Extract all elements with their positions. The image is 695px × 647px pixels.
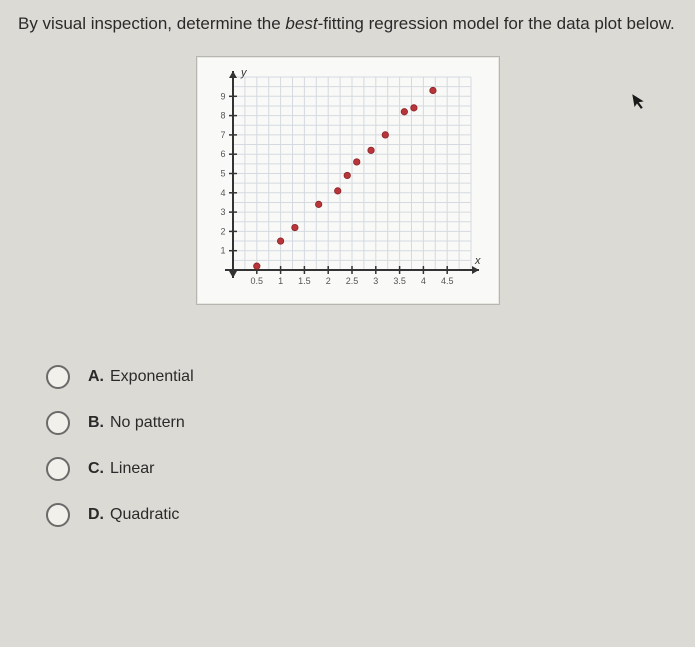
svg-text:1.5: 1.5	[298, 276, 311, 286]
radio-icon[interactable]	[46, 411, 70, 435]
option-label: Exponential	[110, 368, 194, 386]
svg-text:3.5: 3.5	[393, 276, 406, 286]
option-row-C[interactable]: C. Linear	[46, 457, 677, 481]
svg-text:2: 2	[220, 226, 225, 236]
svg-text:2.5: 2.5	[345, 276, 358, 286]
option-letter: B.	[88, 414, 104, 432]
question-prefix: By visual inspection, determine the	[18, 14, 285, 33]
scatter-chart: 0.511.522.533.544.5123456789yx	[203, 63, 493, 298]
svg-text:7: 7	[220, 130, 225, 140]
question-text: By visual inspection, determine the best…	[18, 12, 677, 36]
svg-text:3: 3	[373, 276, 378, 286]
option-letter: D.	[88, 506, 104, 524]
option-row-A[interactable]: A. Exponential	[46, 365, 677, 389]
svg-text:2: 2	[325, 276, 330, 286]
radio-icon[interactable]	[46, 503, 70, 527]
svg-text:4: 4	[220, 188, 225, 198]
svg-text:6: 6	[220, 149, 225, 159]
svg-text:4.5: 4.5	[440, 276, 453, 286]
chart-frame: 0.511.522.533.544.5123456789yx	[196, 56, 500, 305]
answer-options: A. Exponential B. No pattern C. Linear D. Quadr…	[18, 365, 677, 527]
svg-text:0.5: 0.5	[250, 276, 263, 286]
option-label: Linear	[110, 460, 154, 478]
svg-text:4: 4	[420, 276, 425, 286]
radio-icon[interactable]	[46, 365, 70, 389]
svg-text:1: 1	[220, 245, 225, 255]
option-letter: A.	[88, 368, 104, 386]
option-letter: C.	[88, 460, 104, 478]
question-suffix: -fitting regression model for the data p…	[318, 14, 675, 33]
svg-text:3: 3	[220, 207, 225, 217]
option-label: Quadratic	[110, 506, 179, 524]
svg-text:5: 5	[220, 168, 225, 178]
option-row-D[interactable]: D. Quadratic	[46, 503, 677, 527]
svg-text:1: 1	[278, 276, 283, 286]
svg-text:x: x	[474, 255, 481, 267]
radio-icon[interactable]	[46, 457, 70, 481]
question-emphasis: best	[285, 14, 317, 33]
svg-text:9: 9	[220, 91, 225, 101]
option-row-B[interactable]: B. No pattern	[46, 411, 677, 435]
svg-text:8: 8	[220, 110, 225, 120]
option-label: No pattern	[110, 414, 185, 432]
chart-container: 0.511.522.533.544.5123456789yx	[18, 56, 677, 305]
